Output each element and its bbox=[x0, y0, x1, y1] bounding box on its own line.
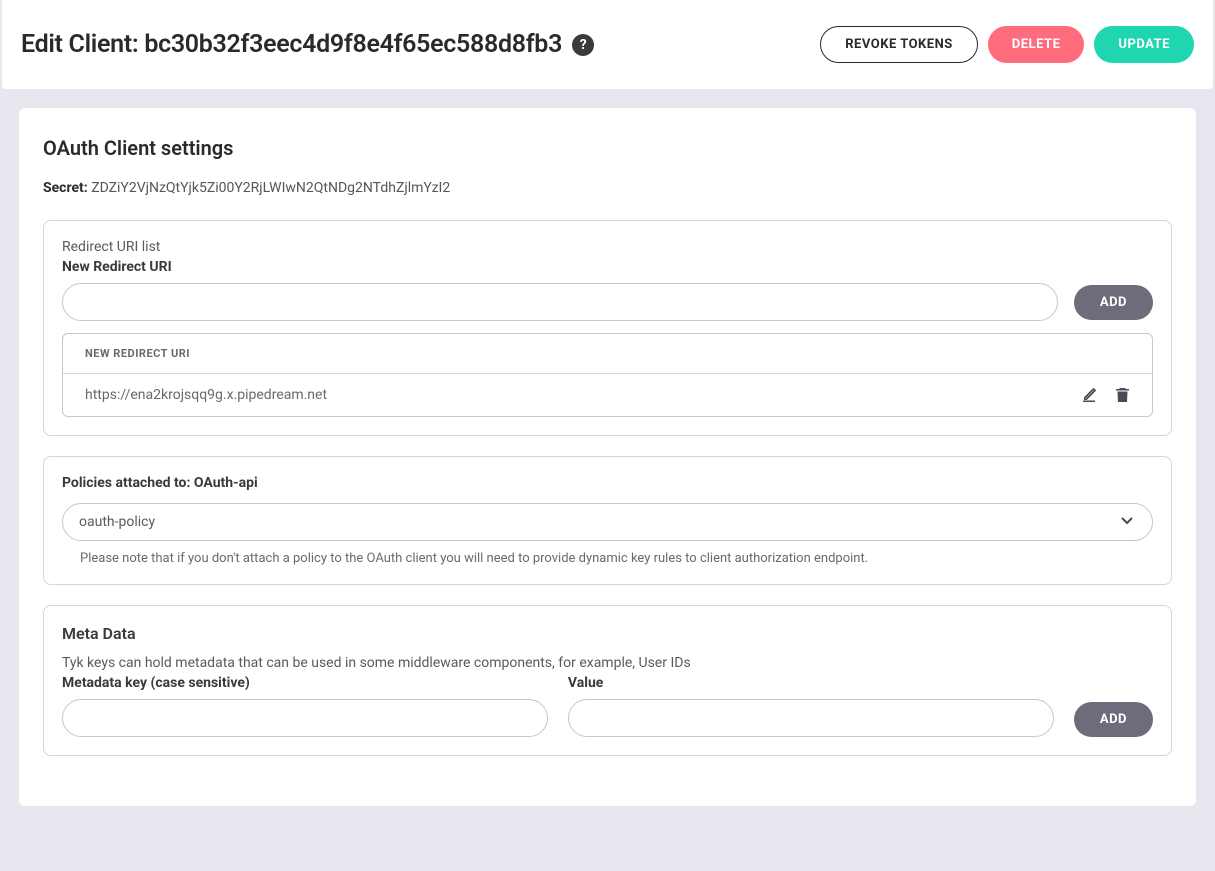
edit-icon[interactable] bbox=[1081, 387, 1097, 403]
trash-icon[interactable] bbox=[1115, 387, 1130, 403]
metadata-value-label: Value bbox=[568, 675, 1054, 691]
policies-card: Policies attached to: OAuth-api oauth-po… bbox=[43, 456, 1172, 585]
help-icon[interactable]: ? bbox=[572, 34, 594, 56]
policy-selected-value: oauth-policy bbox=[79, 514, 155, 530]
secret-label: Secret: bbox=[43, 180, 88, 196]
redirect-table-header: NEW REDIRECT URI bbox=[63, 334, 1152, 374]
metadata-card: Meta Data Tyk keys can hold metadata tha… bbox=[43, 605, 1172, 756]
main-panel: OAuth Client settings Secret: ZDZiY2VjNz… bbox=[19, 108, 1196, 806]
secret-line: Secret: ZDZiY2VjNzQtYjk5Zi00Y2RjLWIwN2Qt… bbox=[43, 180, 1172, 196]
new-redirect-input[interactable] bbox=[62, 283, 1058, 321]
header-actions: REVOKE TOKENS DELETE UPDATE bbox=[820, 26, 1194, 63]
metadata-input-row: Metadata key (case sensitive) Value ADD bbox=[62, 675, 1153, 737]
redirect-uri-table: NEW REDIRECT URI https://ena2krojsqq9g.x… bbox=[62, 333, 1153, 417]
page-title: Edit Client: bc30b32f3eec4d9f8e4f65ec588… bbox=[21, 30, 594, 59]
delete-button[interactable]: DELETE bbox=[988, 26, 1085, 63]
metadata-title: Meta Data bbox=[62, 624, 1153, 643]
metadata-key-label: Metadata key (case sensitive) bbox=[62, 675, 548, 691]
page-header: Edit Client: bc30b32f3eec4d9f8e4f65ec588… bbox=[2, 0, 1213, 89]
redirect-uri-value: https://ena2krojsqq9g.x.pipedream.net bbox=[85, 387, 327, 403]
redirect-uri-card: Redirect URI list New Redirect URI ADD N… bbox=[43, 220, 1172, 436]
row-actions bbox=[1081, 387, 1130, 403]
add-metadata-button[interactable]: ADD bbox=[1074, 702, 1153, 737]
metadata-key-input[interactable] bbox=[62, 699, 548, 737]
secret-value: ZDZiY2VjNzQtYjk5Zi00Y2RjLWIwN2QtNDg2NTdh… bbox=[91, 180, 450, 196]
redirect-input-row: ADD bbox=[62, 283, 1153, 321]
policy-select[interactable]: oauth-policy bbox=[62, 503, 1153, 541]
redirect-list-label: Redirect URI list bbox=[62, 239, 1153, 255]
revoke-tokens-button[interactable]: REVOKE TOKENS bbox=[820, 26, 978, 63]
title-text: Edit Client: bc30b32f3eec4d9f8e4f65ec588… bbox=[21, 30, 562, 59]
oauth-section-title: OAuth Client settings bbox=[43, 136, 1172, 160]
table-row: https://ena2krojsqq9g.x.pipedream.net bbox=[63, 374, 1152, 416]
policies-help-text: Please note that if you don't attach a p… bbox=[62, 551, 1153, 566]
policies-label: Policies attached to: OAuth-api bbox=[62, 475, 1153, 491]
add-redirect-button[interactable]: ADD bbox=[1074, 285, 1153, 320]
metadata-value-input[interactable] bbox=[568, 699, 1054, 737]
new-redirect-label: New Redirect URI bbox=[62, 259, 1153, 275]
metadata-description: Tyk keys can hold metadata that can be u… bbox=[62, 655, 1153, 671]
update-button[interactable]: UPDATE bbox=[1094, 26, 1194, 63]
